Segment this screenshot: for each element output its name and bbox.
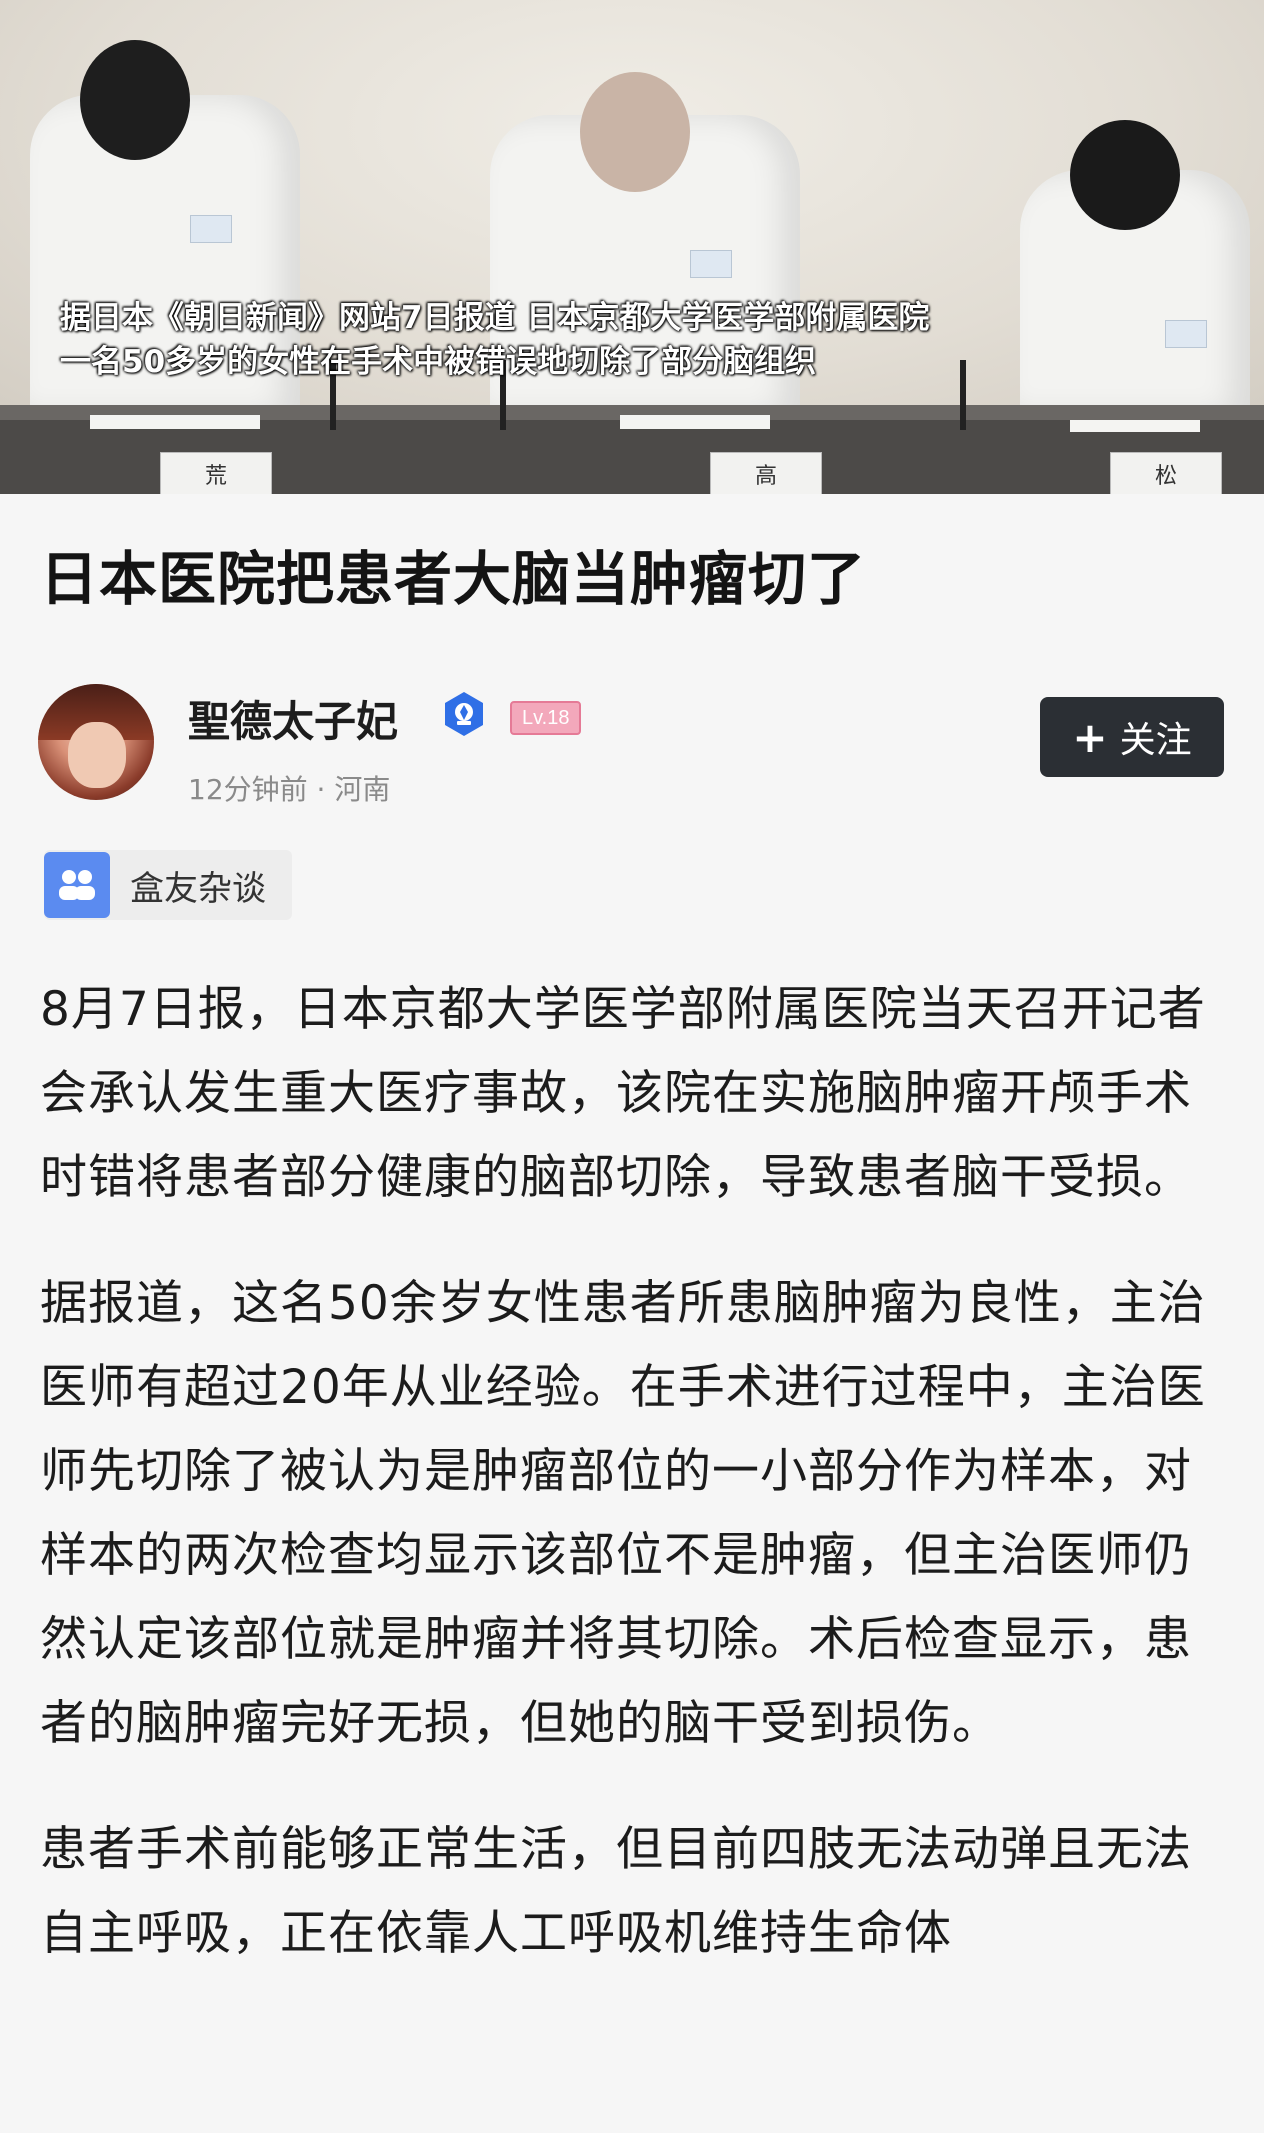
level-badge: Lv.18 (510, 701, 582, 735)
article-paragraph: 8月7日报，日本京都大学医学部附属医院当天召开记者会承认发生重大医疗事故，该院在… (40, 982, 1206, 1205)
follow-label: 关注 (1119, 720, 1192, 761)
nameplate: 高 (710, 452, 822, 494)
article-paragraph: 据报道，这名50余岁女性患者所患脑肿瘤为良性，主治医师有超过20年从业经验。在手… (40, 1276, 1206, 1751)
article-paragraph: 患者手术前能够正常生活，但目前四肢无法动弹且无法自主呼吸，正在依靠人工呼吸机维持… (40, 1822, 1192, 1961)
hero-caption-line1: 据日本《朝日新闻》网站7日报道 日本京都大学医学部附属医院 (60, 300, 930, 336)
hero-caption-line2: 一名50多岁的女性在手术中被错误地切除了部分脑组织 (60, 344, 817, 380)
hero-caption: 据日本《朝日新闻》网站7日报道 日本京都大学医学部附属医院 一名50多岁的女性在… (60, 296, 1210, 384)
nameplate: 松 (1110, 452, 1222, 494)
post-meta: 12分钟前 · 河南 (188, 773, 391, 806)
author-avatar[interactable] (38, 684, 154, 800)
group-chat-icon (44, 852, 110, 918)
topic-chip[interactable]: 盒友杂谈 (44, 850, 292, 920)
right-edge-strip (1264, 0, 1280, 2133)
hero-image[interactable]: 荒 高 松 据日本《朝日新闻》网站7日报道 日本京都大学医学部附属医院 一名50… (0, 0, 1264, 494)
paper (620, 415, 770, 429)
post-title: 日本医院把患者大脑当肿瘤切了 (40, 545, 867, 613)
topic-label: 盒友杂谈 (130, 868, 266, 909)
plus-icon: + (1072, 712, 1108, 762)
author-name[interactable]: 聖德太子妃 (188, 688, 398, 749)
follow-button[interactable]: + 关注 (1040, 697, 1224, 777)
nameplate: 荒 (160, 452, 272, 494)
verified-pen-badge-icon (445, 692, 483, 736)
paper (1070, 420, 1200, 432)
article-body: 8月7日报，日本京都大学医学部附属医院当天召开记者会承认发生重大医疗事故，该院在… (40, 968, 1230, 2018)
paper (90, 415, 260, 429)
